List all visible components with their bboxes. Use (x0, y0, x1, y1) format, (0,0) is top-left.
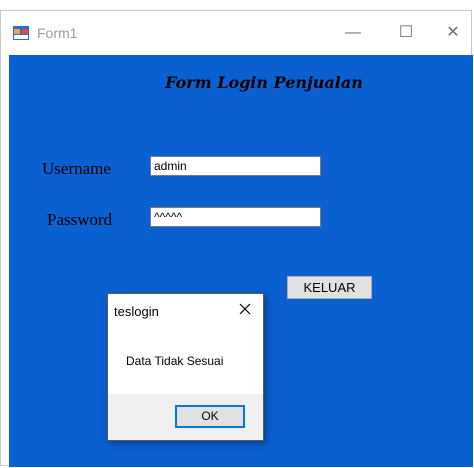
message-dialog: teslogin Data Tidak Sesuai OK (107, 293, 264, 441)
main-window: Form1 — ☐ ✕ Form Login Penjualan Usernam… (0, 10, 473, 467)
form-title: Form Login Penjualan (165, 73, 363, 92)
window-title: Form1 (37, 25, 78, 41)
ok-button[interactable]: OK (175, 405, 245, 428)
app-icon (13, 26, 29, 40)
dialog-close-icon[interactable] (236, 300, 254, 318)
maximize-button[interactable]: ☐ (394, 21, 418, 45)
password-label: Password (47, 210, 113, 229)
keluar-button[interactable]: KELUAR (287, 276, 372, 299)
dialog-title: teslogin (114, 304, 159, 319)
form-client-area: Form Login Penjualan Username admin Pass… (9, 55, 473, 467)
dialog-message: Data Tidak Sesuai (126, 354, 224, 368)
username-input[interactable]: admin (150, 156, 321, 176)
title-bar[interactable]: Form1 — ☐ ✕ (1, 11, 471, 55)
dialog-button-bar: OK (108, 394, 263, 440)
username-label: Username (42, 159, 111, 178)
password-input[interactable]: ^^^^^ (150, 207, 321, 227)
minimize-button[interactable]: — (341, 21, 365, 45)
close-button[interactable]: ✕ (441, 21, 465, 45)
